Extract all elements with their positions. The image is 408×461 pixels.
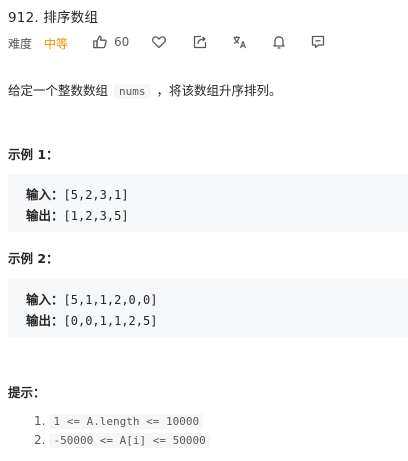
- output-value: [1,2,3,5]: [63, 209, 129, 223]
- problem-description: 给定一个整数数组 nums ，将该数组升序排列。: [8, 80, 282, 99]
- bell-icon[interactable]: [271, 34, 287, 50]
- example-1-output: 输出：[1,2,3,5]: [26, 205, 129, 224]
- hint-code: 1 <= A.length <= 10000: [49, 414, 204, 429]
- heart-icon[interactable]: [151, 34, 167, 50]
- output-label: 输出：: [26, 313, 64, 328]
- translate-icon[interactable]: [232, 34, 248, 50]
- hints-title: 提示：: [8, 385, 46, 400]
- hint-item: 1. 1 <= A.length <= 10000: [34, 414, 204, 429]
- example-1-input: 输入：[5,2,3,1]: [26, 184, 129, 203]
- example-1-box: 输入：[5,2,3,1] 输出：[1,2,3,5]: [8, 174, 408, 232]
- example-2-output: 输出：[0,0,1,1,2,5]: [26, 310, 157, 329]
- problem-title: 912. 排序数组: [8, 10, 99, 26]
- description-code: nums: [114, 84, 151, 99]
- difficulty-label: 难度: [8, 37, 33, 51]
- hint-code: -50000 <= A[i] <= 50000: [49, 433, 210, 448]
- output-value: [0,0,1,1,2,5]: [63, 314, 158, 328]
- description-text-after: ，将该数组升序排列。: [156, 83, 282, 98]
- input-label: 输入：: [26, 187, 64, 202]
- hint-number: 2.: [34, 433, 46, 447]
- difficulty-badge: 中等: [44, 37, 69, 51]
- example-1-title: 示例 1：: [8, 147, 59, 162]
- problem-meta-bar: 难度 中等 60: [8, 34, 408, 52]
- example-2-title: 示例 2：: [8, 251, 59, 266]
- like-count: 60: [114, 35, 130, 49]
- description-text-before: 给定一个整数数组: [8, 83, 109, 98]
- comment-icon[interactable]: [310, 34, 326, 50]
- example-2-box: 输入：[5,1,1,2,0,0] 输出：[0,0,1,1,2,5]: [8, 279, 408, 337]
- thumbs-up-icon[interactable]: [92, 34, 108, 50]
- input-value: [5,2,3,1]: [63, 188, 129, 202]
- share-icon[interactable]: [192, 34, 208, 50]
- input-value: [5,1,1,2,0,0]: [63, 293, 158, 307]
- hint-item: 2. -50000 <= A[i] <= 50000: [34, 433, 210, 448]
- input-label: 输入：: [26, 292, 64, 307]
- output-label: 输出：: [26, 208, 64, 223]
- example-2-input: 输入：[5,1,1,2,0,0]: [26, 289, 157, 308]
- hint-number: 1.: [34, 414, 46, 428]
